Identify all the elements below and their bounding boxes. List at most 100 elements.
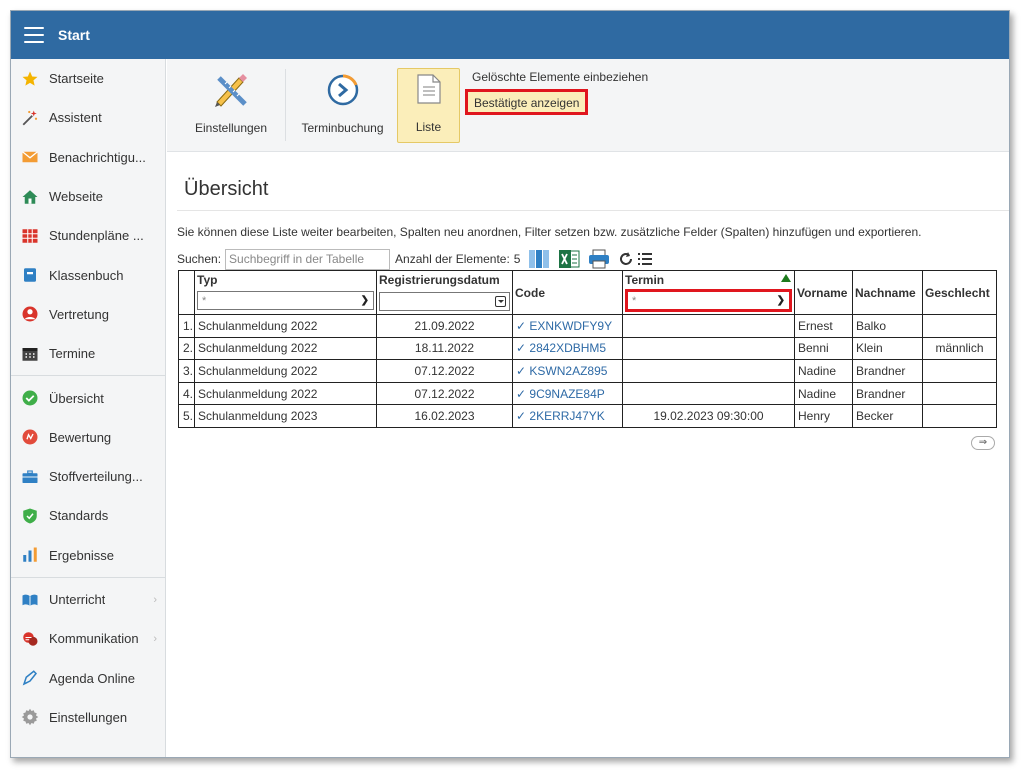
- registrierungsdatum-filter[interactable]: [379, 292, 510, 311]
- vorname-header[interactable]: Vorname: [794, 270, 853, 315]
- gear-icon: [21, 708, 39, 726]
- data-table: Typ * ❯ Registrierungsdatum Code Termin …: [178, 270, 997, 428]
- sidebar-item-uebersicht[interactable]: Übersicht: [11, 378, 165, 417]
- sidebar-item-standards[interactable]: Standards: [11, 496, 165, 535]
- typ-cell: Schulanmeldung 2022: [194, 314, 377, 338]
- registrierungsdatum-cell: 07.12.2022: [376, 381, 513, 406]
- sidebar-item-ergebnisse[interactable]: Ergebnisse: [11, 536, 165, 575]
- sidebar-item-webseite[interactable]: Webseite: [11, 177, 165, 216]
- table-row[interactable]: 2. Schulanmeldung 2022 18.11.2022 ✓ 2842…: [178, 336, 997, 361]
- sidebar-item-bewertung[interactable]: Bewertung: [11, 418, 165, 457]
- sidebar-item-unterricht[interactable]: Unterricht ›: [11, 580, 165, 619]
- table-row[interactable]: 1. Schulanmeldung 2022 21.09.2022 ✓ EXNK…: [178, 314, 997, 338]
- nachname-header-label: Nachname: [855, 285, 916, 300]
- pencil-ruler-icon: [211, 72, 251, 111]
- code-cell[interactable]: ✓ KSWN2AZ895: [512, 359, 623, 383]
- nachname-cell: Brandner: [852, 359, 923, 383]
- sidebar-item-termine[interactable]: Termine: [11, 334, 165, 373]
- envelope-icon: [21, 148, 39, 166]
- table-row[interactable]: 4. Schulanmeldung 2022 07.12.2022 ✓ 9C9N…: [178, 381, 997, 406]
- termin-cell: [622, 381, 795, 406]
- columns-icon[interactable]: [528, 249, 550, 269]
- open-book-icon: [21, 591, 39, 609]
- list-icon[interactable]: [637, 252, 653, 266]
- einstellungen-button[interactable]: Einstellungen: [181, 68, 281, 143]
- sort-ascending-icon[interactable]: [781, 274, 791, 282]
- house-icon: [21, 188, 39, 206]
- row-index: 5.: [178, 404, 195, 428]
- sidebar-item-agenda-online[interactable]: Agenda Online: [11, 658, 165, 697]
- registrierungsdatum-cell: 18.11.2022: [376, 336, 513, 361]
- include-deleted-option[interactable]: Gelöschte Elemente einbeziehen: [472, 70, 648, 84]
- chevron-right-icon: ›: [153, 593, 157, 606]
- show-confirmed-option[interactable]: Bestätigte anzeigen: [465, 89, 589, 115]
- registrierungsdatum-cell: 16.02.2023: [376, 404, 513, 428]
- printer-icon[interactable]: [588, 249, 610, 269]
- vorname-cell: Ernest: [794, 314, 853, 338]
- sidebar: Startseite Assistent Benachrichtigu... W…: [11, 59, 166, 757]
- code-cell[interactable]: ✓ 2KERRJ47YK: [512, 404, 623, 428]
- description-text: Sie können diese Liste weiter bearbeiten…: [177, 225, 922, 239]
- chat-bubbles-icon: [21, 630, 39, 648]
- clock-arrow-icon: [325, 72, 361, 111]
- code-cell[interactable]: ✓ EXNKWDFY9Y: [512, 314, 623, 338]
- nachname-cell: Balko: [852, 314, 923, 338]
- row-index: 1.: [178, 314, 195, 338]
- main-area: Einstellungen Terminbuchung Liste Gelösc…: [167, 59, 1009, 757]
- page-title: Übersicht: [184, 178, 269, 200]
- table-header-row: Typ * ❯ Registrierungsdatum Code Termin …: [178, 270, 997, 315]
- sidebar-item-einstellungen[interactable]: Einstellungen: [11, 698, 165, 737]
- sidebar-item-benachrichtigungen[interactable]: Benachrichtigu...: [11, 138, 165, 177]
- excel-export-icon[interactable]: [558, 249, 580, 269]
- code-header[interactable]: Code: [512, 270, 623, 315]
- toolbar-divider: [285, 69, 286, 141]
- sidebar-item-klassenbuch[interactable]: Klassenbuch: [11, 255, 165, 294]
- termin-cell: 19.02.2023 09:30:00: [622, 404, 795, 428]
- vorname-cell: Nadine: [794, 381, 853, 406]
- sidebar-item-stoffverteilung[interactable]: Stoffverteilung...: [11, 457, 165, 496]
- termin-header-label: Termin: [625, 273, 665, 287]
- hamburger-menu-icon[interactable]: [24, 27, 44, 43]
- typ-cell: Schulanmeldung 2022: [194, 336, 377, 361]
- liste-label: Liste: [415, 120, 442, 134]
- liste-button[interactable]: Liste: [397, 68, 460, 143]
- scroll-right-icon[interactable]: ⇒: [971, 436, 995, 450]
- sidebar-item-startseite[interactable]: Startseite: [11, 59, 165, 98]
- typ-header[interactable]: Typ * ❯: [194, 270, 377, 315]
- check-circle-icon: [21, 389, 39, 407]
- geschlecht-header[interactable]: Geschlecht: [922, 270, 997, 315]
- grid-calendar-icon: [21, 227, 39, 245]
- registrierungsdatum-header[interactable]: Registrierungsdatum: [376, 270, 513, 315]
- app-window: Start Startseite Assistent Benachrichtig…: [10, 10, 1010, 758]
- star-icon: [21, 70, 39, 88]
- shield-check-icon: [21, 507, 39, 525]
- chevron-down-icon: ❯: [360, 295, 369, 306]
- termin-cell: [622, 314, 795, 338]
- code-cell[interactable]: ✓ 2842XDBHM5: [512, 336, 623, 361]
- termin-filter-select[interactable]: * ❯: [625, 289, 792, 312]
- geschlecht-cell: männlich: [922, 336, 997, 361]
- row-index: 2.: [178, 336, 195, 361]
- sidebar-item-kommunikation[interactable]: Kommunikation ›: [11, 619, 165, 658]
- terminbuchung-button[interactable]: Terminbuchung: [290, 68, 395, 143]
- search-input[interactable]: [225, 248, 391, 270]
- geschlecht-header-label: Geschlecht: [925, 285, 990, 300]
- refresh-icon[interactable]: [618, 251, 634, 267]
- rating-circle-icon: [21, 428, 39, 446]
- search-row: Suchen: Anzahl der Elemente: 5: [177, 248, 653, 270]
- nachname-cell: Brandner: [852, 381, 923, 406]
- sidebar-item-assistent[interactable]: Assistent: [11, 98, 165, 137]
- code-cell[interactable]: ✓ 9C9NAZE84P: [512, 381, 623, 406]
- sidebar-divider: [11, 576, 165, 578]
- table-row[interactable]: 5. Schulanmeldung 2023 16.02.2023 ✓ 2KER…: [178, 404, 997, 428]
- registrierungsdatum-cell: 21.09.2022: [376, 314, 513, 338]
- sidebar-item-stundenplaene[interactable]: Stundenpläne ...: [11, 216, 165, 255]
- termin-header[interactable]: Termin * ❯: [622, 270, 795, 315]
- nachname-header[interactable]: Nachname: [852, 270, 923, 315]
- table-row[interactable]: 3. Schulanmeldung 2022 07.12.2022 ✓ KSWN…: [178, 359, 997, 383]
- top-bar: Start: [11, 11, 1009, 59]
- row-index: 3.: [178, 359, 195, 383]
- typ-filter-select[interactable]: * ❯: [197, 291, 374, 310]
- sidebar-item-vertretung[interactable]: Vertretung: [11, 295, 165, 334]
- title-divider: [177, 210, 1009, 211]
